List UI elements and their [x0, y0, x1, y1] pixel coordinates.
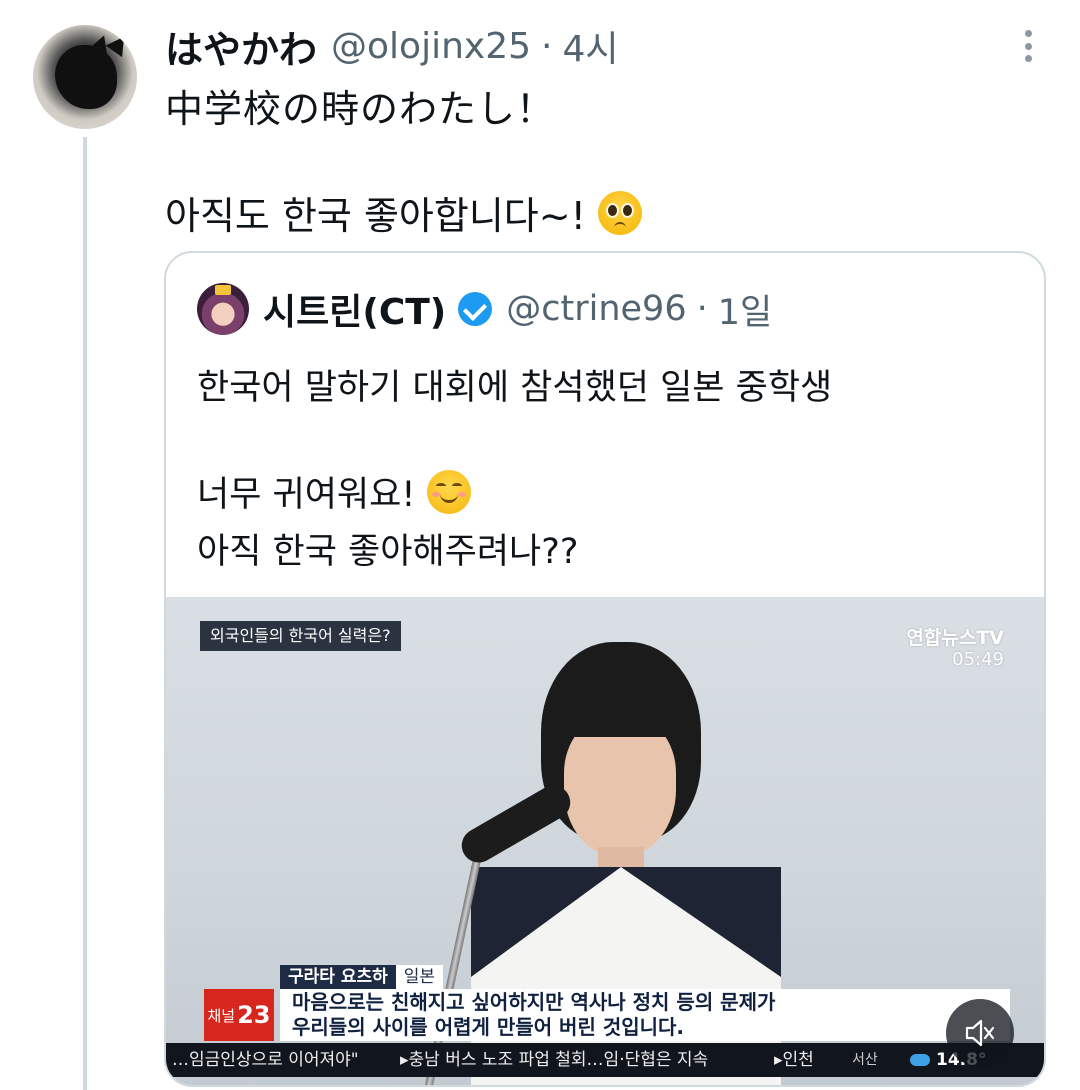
- quoted-tweet-header: 시트린(CT) @ctrine96 · 1일: [263, 281, 772, 337]
- subtitle-caption: 마음으로는 친해지고 싶어하지만 역사나 정치 등의 문제가 우리들의 사이를 …: [280, 989, 1010, 1041]
- ticker-item-3: ▸인천: [774, 1050, 814, 1070]
- quoted-text-line-2: 너무 귀여워요!: [197, 475, 416, 515]
- channel-number: 23: [237, 1001, 271, 1029]
- quoted-text-line-2-row: 너무 귀여워요!: [197, 466, 472, 517]
- separator-dot: ·: [696, 289, 708, 329]
- quoted-text-line-1: 한국어 말하기 대회에 참석했던 일본 중학생: [197, 368, 833, 408]
- tweet-text-line-2-row: 아직도 한국 좋아합니다~!: [165, 185, 642, 240]
- tweet-timestamp[interactable]: 4시: [562, 20, 618, 72]
- speaker-name-tag: 구라타 요츠하 일본: [280, 965, 444, 989]
- broadcast-clock: 05:49: [952, 649, 1004, 670]
- news-ticker: …임금인상으로 이어져야" ▸충남 버스 노조 파업 철회…임·단협은 지속 ▸…: [166, 1043, 1044, 1077]
- tweet-text-line-1: 中学校の時のわたし！: [165, 87, 556, 131]
- thread-connector-line: [83, 137, 87, 1090]
- ticker-item-2: ▸충남 버스 노조 파업 철회…임·단협은 지속: [400, 1050, 709, 1070]
- muted-speaker-icon: [965, 1019, 995, 1047]
- microphone-icon: [455, 779, 577, 869]
- news-topic-caption: 외국인들의 한국어 실력은?: [200, 621, 401, 651]
- cloud-icon: [910, 1054, 930, 1066]
- ticker-item-1: …임금인상으로 이어져야": [172, 1050, 359, 1070]
- tweet-text-line-2: 아직도 한국 좋아합니다~!: [165, 194, 586, 238]
- channel-badge: 채널 23: [204, 989, 274, 1041]
- user-handle[interactable]: @olojinx25: [331, 26, 531, 67]
- smiling-face-icon: [427, 469, 472, 514]
- separator-dot: ·: [541, 25, 553, 67]
- quoted-user-handle[interactable]: @ctrine96: [506, 289, 686, 329]
- quoted-user-avatar[interactable]: [197, 283, 249, 335]
- broadcaster-name: 연합뉴스TV: [906, 627, 1004, 649]
- speaker-country: 일본: [395, 965, 444, 989]
- broadcaster-logo: 연합뉴스TV 05:49: [906, 627, 1004, 671]
- subtitle-line-2: 우리들의 사이를 어렵게 만들어 버린 것입니다.: [292, 1015, 685, 1039]
- speaker-face: [564, 717, 676, 857]
- unmute-button[interactable]: [946, 999, 1014, 1067]
- quoted-display-name[interactable]: 시트린(CT): [263, 283, 446, 335]
- embedded-video[interactable]: 외국인들의 한국어 실력은? 연합뉴스TV 05:49 구라타 요츠하 일본 채…: [166, 597, 1044, 1085]
- weather-city: 서산: [852, 1052, 878, 1068]
- user-avatar[interactable]: [33, 25, 137, 129]
- subtitle-line-1: 마음으로는 친해지고 싶어하지만 역사나 정치 등의 문제가: [292, 990, 776, 1014]
- quoted-tweet-card[interactable]: 시트린(CT) @ctrine96 · 1일 한국어 말하기 대회에 참석했던 …: [164, 251, 1046, 1087]
- verified-badge-icon: [458, 292, 493, 326]
- display-name[interactable]: はやかわ: [165, 19, 317, 74]
- more-options-icon[interactable]: [1010, 28, 1046, 64]
- tweet-header: はやかわ @olojinx25 · 4시: [165, 18, 619, 74]
- quoted-text-line-3: 아직 한국 좋아해주려나??: [197, 532, 579, 572]
- quoted-tweet-timestamp[interactable]: 1일: [718, 284, 772, 335]
- speaker-name: 구라타 요츠하: [280, 965, 396, 989]
- pleading-face-icon: [597, 190, 642, 235]
- channel-word: 채널: [207, 1006, 236, 1025]
